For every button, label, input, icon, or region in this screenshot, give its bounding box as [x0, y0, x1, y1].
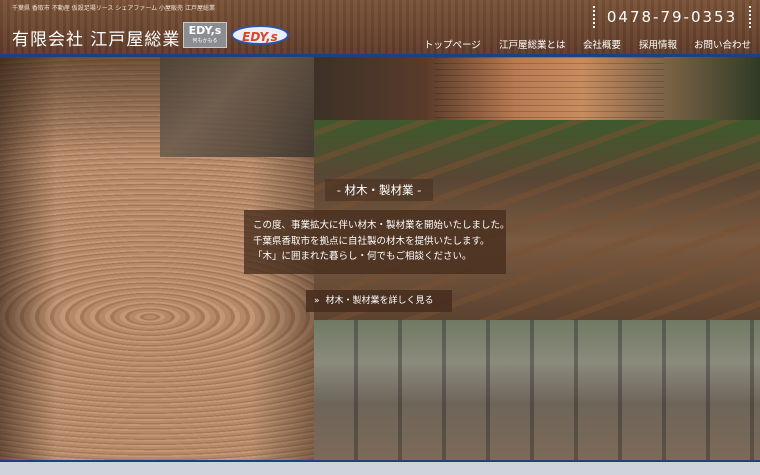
description-line: この度、事業拡大に伴い材木・製材業を開始いたしました。 — [253, 220, 510, 231]
phone-number[interactable]: 0478-79-0353 — [593, 6, 751, 28]
header-tagline: 千葉県 香取市 不動産 仮設足場リース シェアファーム 小屋販売 江戸屋総業 — [12, 5, 215, 12]
section-title: - 材木・製材業 - — [325, 179, 433, 201]
section-description: この度、事業拡大に伴い材木・製材業を開始いたしました。 千葉県香取市を拠点に自社… — [244, 210, 510, 274]
sawmill-background-photo — [160, 57, 314, 157]
double-chevron-right-icon: » — [314, 296, 320, 306]
page-bottom-strip — [0, 460, 760, 475]
nav-item-recruit[interactable]: 採用情報 — [639, 37, 677, 53]
edys-oval-logo[interactable]: EDY,s — [231, 25, 289, 45]
edys-badge-sub: 何もかもる — [192, 38, 218, 44]
description-line: 千葉県香取市を拠点に自社製の材木を提供いたします。 — [253, 235, 490, 247]
nav-item-company[interactable]: 会社概要 — [583, 37, 621, 53]
site-header: 千葉県 香取市 不動産 仮設足場リース シェアファーム 小屋販売 江戸屋総業 有… — [0, 0, 760, 57]
lumber-stack-photo — [314, 57, 760, 120]
nav-item-about[interactable]: 江戸屋総業とは — [499, 37, 566, 53]
company-logo[interactable]: 有限会社 江戸屋総業 — [12, 25, 180, 50]
nav-item-top[interactable]: トップページ — [424, 37, 481, 53]
edys-badge-main: EDY,s — [188, 24, 222, 37]
nav-item-contact[interactable]: お問い合わせ — [694, 37, 751, 53]
edys-badge-logo[interactable]: EDY,s 何もかもる — [183, 22, 227, 48]
description-line: 「木」に囲まれた暮らし・何でもご相談ください。 — [253, 251, 472, 262]
lumber-details-button[interactable]: » 材木・製材業を詳しく見る — [306, 290, 452, 312]
workshop-photo — [314, 320, 760, 460]
lumber-details-label: 材木・製材業を詳しく見る — [325, 296, 434, 306]
